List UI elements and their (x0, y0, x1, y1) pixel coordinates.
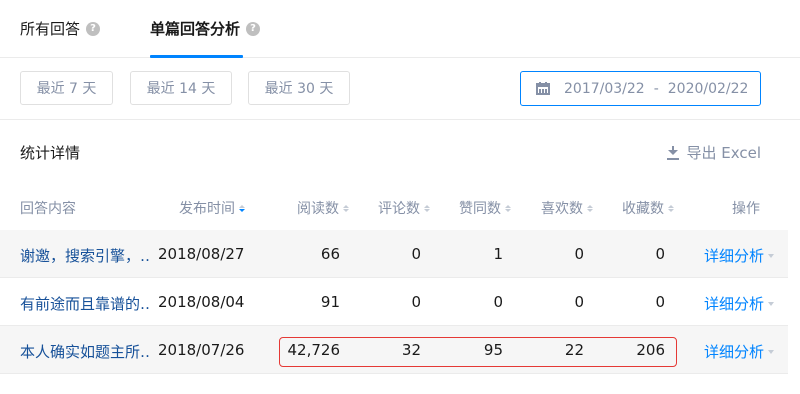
collection-count: 206 (636, 341, 665, 359)
collection-count: 0 (655, 245, 665, 263)
date-end: 2020/02/22 (667, 80, 749, 97)
chevron-down-icon (768, 253, 775, 258)
publish-date: 2018/07/26 (158, 341, 245, 359)
chevron-down-icon (768, 301, 775, 306)
table-row: 有前途而且靠谱的… 2018/08/04 91 0 0 0 0 详细分析 (0, 278, 788, 326)
help-icon[interactable]: ? (246, 21, 261, 36)
header-publish-time[interactable]: 发布时间 (179, 198, 245, 218)
publish-date: 2018/08/04 (158, 293, 245, 311)
table-row: 本人确实如题主所… 2018/07/26 42,726 32 95 22 206… (0, 326, 788, 374)
header-reads[interactable]: 阅读数 (297, 198, 349, 218)
read-count: 42,726 (287, 341, 341, 359)
comment-count: 0 (411, 245, 421, 263)
sort-icon (505, 204, 511, 212)
read-count: 91 (320, 293, 340, 311)
export-excel-button[interactable]: 导出 Excel (667, 142, 761, 163)
chevron-down-icon (768, 349, 775, 354)
collection-count: 0 (655, 293, 665, 311)
tab-label: 所有回答 (20, 20, 81, 38)
like-count: 95 (483, 341, 503, 359)
tab-all-answers[interactable]: 所有回答 ? (20, 18, 101, 39)
export-label: 导出 Excel (686, 144, 761, 162)
tab-label: 单篇回答分析 (150, 20, 241, 38)
header-actions: 操作 (732, 201, 760, 217)
tab-bar: 所有回答 ? 单篇回答分析 ? (0, 0, 800, 58)
date-range-picker[interactable]: 2017/03/22 - 2020/02/22 (520, 71, 761, 106)
like-count: 1 (493, 245, 503, 263)
header-comments[interactable]: 评论数 (378, 198, 430, 218)
calendar-icon (536, 82, 550, 95)
detail-analysis-link[interactable]: 详细分析 (704, 341, 775, 362)
publish-date: 2018/08/27 (158, 245, 245, 263)
detail-analysis-link[interactable]: 详细分析 (704, 245, 775, 266)
sort-icon (239, 204, 245, 212)
favorite-count: 0 (574, 293, 584, 311)
read-count: 66 (320, 245, 340, 263)
last-7-days-button[interactable]: 最近 7 天 (20, 71, 113, 105)
download-icon (667, 145, 680, 160)
table-header: 回答内容 发布时间 阅读数 评论数 赞同数 喜欢数 收藏数 操作 (0, 182, 800, 230)
favorite-count: 22 (564, 341, 584, 359)
last-30-days-button[interactable]: 最近 30 天 (248, 71, 350, 105)
header-collections[interactable]: 收藏数 (622, 198, 674, 218)
header-likes[interactable]: 赞同数 (459, 198, 511, 218)
date-separator: - (653, 80, 659, 97)
date-start: 2017/03/22 (564, 80, 645, 97)
detail-analysis-link[interactable]: 详细分析 (704, 293, 775, 314)
sort-icon (424, 204, 430, 212)
filter-bar: 最近 7 天 最近 14 天 最近 30 天 2017/03/22 - 2020… (0, 58, 800, 120)
tab-single-answer-analysis[interactable]: 单篇回答分析 ? (150, 18, 261, 39)
sort-icon (587, 204, 593, 212)
comment-count: 32 (401, 341, 421, 359)
answer-title-link[interactable]: 有前途而且靠谱的… (20, 293, 150, 314)
sort-icon (668, 204, 674, 212)
like-count: 0 (493, 293, 503, 311)
answer-title-link[interactable]: 本人确实如题主所… (20, 341, 150, 362)
help-icon[interactable]: ? (86, 21, 101, 36)
comment-count: 0 (411, 293, 421, 311)
section-title: 统计详情 (20, 144, 81, 162)
header-content: 回答内容 (20, 201, 76, 217)
favorite-count: 0 (574, 245, 584, 263)
header-favorites[interactable]: 喜欢数 (541, 198, 593, 218)
table-row: 谢邀，搜索引擎，… 2018/08/27 66 0 1 0 0 详细分析 (0, 230, 788, 278)
sort-icon (343, 204, 349, 212)
answer-title-link[interactable]: 谢邀，搜索引擎，… (20, 245, 150, 266)
last-14-days-button[interactable]: 最近 14 天 (130, 71, 232, 105)
